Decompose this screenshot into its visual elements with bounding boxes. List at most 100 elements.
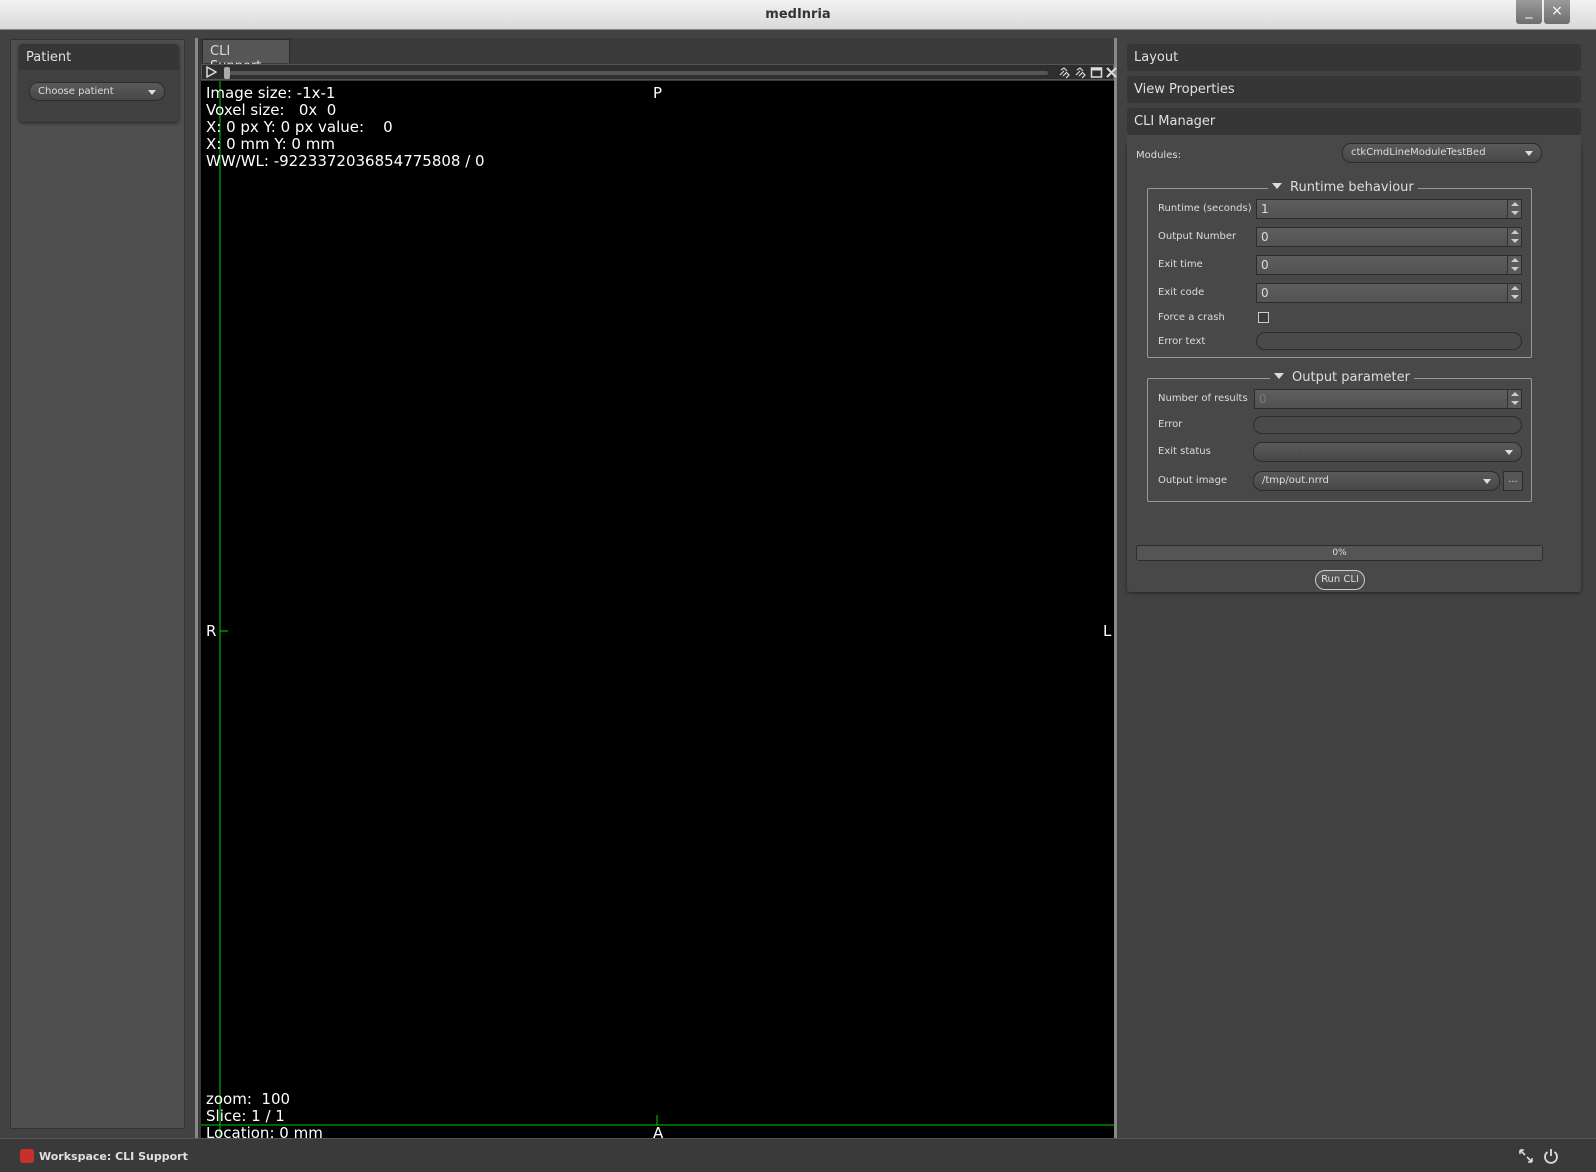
number-of-results-spinbox: 0 bbox=[1254, 389, 1522, 409]
spin-up-icon[interactable] bbox=[1507, 200, 1521, 209]
exit-code-spinbox[interactable]: 0 bbox=[1256, 283, 1522, 303]
choose-patient-combo[interactable]: Choose patient bbox=[29, 82, 165, 101]
main-area: Patient Choose patient CLI Support bbox=[0, 30, 1596, 1140]
location-text: Location: 0 mm bbox=[206, 1124, 323, 1139]
window-level-text: WW/WL: -9223372036854775808 / 0 bbox=[206, 152, 485, 170]
right-panel: Layout View Properties CLI Manager Modul… bbox=[1127, 39, 1591, 1129]
error-text-label: Error text bbox=[1158, 336, 1206, 347]
patient-header: Patient bbox=[19, 44, 179, 70]
exit-status-label: Exit status bbox=[1158, 446, 1211, 457]
workspace-text: Workspace: CLI Support bbox=[39, 1150, 188, 1163]
link-window-icon[interactable] bbox=[1074, 66, 1088, 79]
error-output-field bbox=[1253, 416, 1522, 434]
output-image-combo[interactable]: /tmp/out.nrrd bbox=[1253, 471, 1500, 491]
modules-combo[interactable]: ctkCmdLineModuleTestBed bbox=[1342, 143, 1542, 163]
output-image-value: /tmp/out.nrrd bbox=[1262, 475, 1329, 486]
image-size-text: Image size: -1x-1 bbox=[206, 84, 336, 102]
exit-time-label: Exit time bbox=[1158, 259, 1203, 270]
output-parameter-title[interactable]: Output parameter bbox=[1270, 370, 1414, 385]
close-window-button[interactable]: × bbox=[1544, 0, 1570, 24]
patient-box: Patient Choose patient bbox=[19, 44, 179, 122]
collapse-triangle-icon bbox=[1274, 373, 1284, 379]
browse-output-button[interactable]: ... bbox=[1503, 471, 1523, 491]
tab-cli-support[interactable]: CLI Support bbox=[202, 39, 290, 74]
window-title: medInria bbox=[765, 7, 831, 22]
runtime-behaviour-title[interactable]: Runtime behaviour bbox=[1268, 180, 1418, 195]
orientation-left: R bbox=[206, 622, 217, 640]
cli-manager-body: Modules: ctkCmdLineModuleTestBed Runtime… bbox=[1127, 135, 1581, 592]
voxel-size-text: Voxel size: 0x 0 bbox=[206, 101, 337, 119]
status-bar: Workspace: CLI Support bbox=[0, 1138, 1596, 1172]
maximize-icon[interactable] bbox=[1090, 66, 1103, 79]
exit-status-combo: Normal exit bbox=[1253, 442, 1522, 462]
output-number-label: Output Number bbox=[1158, 231, 1237, 242]
run-cli-button[interactable]: Run CLI bbox=[1315, 570, 1365, 590]
pixel-coords-text: X: 0 px Y: 0 px value: 0 bbox=[206, 118, 393, 136]
spin-down-icon bbox=[1507, 399, 1521, 408]
minimize-button[interactable]: _ bbox=[1516, 0, 1542, 24]
workspace-label[interactable]: Workspace: CLI Support bbox=[20, 1149, 188, 1163]
title-bar: medInria _ × bbox=[0, 0, 1596, 30]
runtime-title-text: Runtime behaviour bbox=[1290, 180, 1414, 195]
image-viewer[interactable]: Image size: -1x-1 Voxel size: 0x 0 X: 0 … bbox=[201, 81, 1114, 1138]
force-crash-label: Force a crash bbox=[1158, 312, 1225, 323]
exit-status-value: Normal exit bbox=[1262, 446, 1320, 457]
view-properties-header[interactable]: View Properties bbox=[1127, 76, 1581, 103]
runtime-value: 1 bbox=[1261, 202, 1269, 216]
spin-up-icon[interactable] bbox=[1507, 256, 1521, 265]
modules-label: Modules: bbox=[1136, 150, 1181, 161]
slider-handle[interactable] bbox=[224, 67, 230, 79]
zoom-text: zoom: 100 bbox=[206, 1090, 291, 1108]
number-of-results-label: Number of results bbox=[1158, 393, 1248, 404]
spin-up-icon bbox=[1507, 390, 1521, 399]
orientation-bottom: A bbox=[653, 1124, 664, 1139]
runtime-spinbox[interactable]: 1 bbox=[1256, 199, 1522, 219]
spin-down-icon[interactable] bbox=[1507, 209, 1521, 218]
chevron-down-icon bbox=[1525, 151, 1533, 156]
spin-up-icon[interactable] bbox=[1507, 284, 1521, 293]
power-icon[interactable] bbox=[1542, 1147, 1560, 1165]
slice-text: Slice: 1 / 1 bbox=[206, 1107, 285, 1125]
time-slider[interactable] bbox=[228, 71, 1048, 75]
error-text-input[interactable] bbox=[1256, 332, 1522, 350]
view-toolbar bbox=[201, 64, 1117, 80]
layout-header[interactable]: Layout bbox=[1127, 44, 1581, 71]
runtime-behaviour-group: Runtime behaviour Runtime (seconds) 1 Ou… bbox=[1147, 180, 1532, 358]
output-number-value: 0 bbox=[1261, 230, 1269, 244]
modules-value: ctkCmdLineModuleTestBed bbox=[1351, 147, 1486, 158]
cli-manager-header[interactable]: CLI Manager bbox=[1127, 108, 1581, 135]
output-parameter-group: Output parameter Number of results 0 Err… bbox=[1147, 370, 1532, 502]
spin-up-icon[interactable] bbox=[1507, 228, 1521, 237]
error-label: Error bbox=[1158, 419, 1183, 430]
medinria-logo-icon bbox=[20, 1149, 34, 1163]
exit-time-spinbox[interactable]: 0 bbox=[1256, 255, 1522, 275]
spin-down-icon[interactable] bbox=[1507, 293, 1521, 302]
play-icon[interactable] bbox=[205, 66, 217, 78]
exit-time-value: 0 bbox=[1261, 258, 1269, 272]
view-container: CLI Support Image size: -1x-1 Voxel size… bbox=[195, 38, 1117, 1140]
output-image-label: Output image bbox=[1158, 475, 1228, 486]
close-view-icon[interactable] bbox=[1105, 66, 1118, 79]
spin-down-icon[interactable] bbox=[1507, 237, 1521, 246]
chevron-down-icon bbox=[1505, 450, 1513, 455]
link-icon[interactable] bbox=[1058, 66, 1072, 79]
spin-down-icon[interactable] bbox=[1507, 265, 1521, 274]
collapse-triangle-icon bbox=[1272, 183, 1282, 189]
choose-patient-label: Choose patient bbox=[38, 86, 114, 97]
progress-bar: 0% bbox=[1136, 545, 1543, 561]
force-crash-checkbox[interactable] bbox=[1258, 312, 1269, 323]
left-panel: Patient Choose patient bbox=[10, 39, 185, 1129]
output-number-spinbox[interactable]: 0 bbox=[1256, 227, 1522, 247]
output-title-text: Output parameter bbox=[1292, 370, 1410, 385]
chevron-down-icon bbox=[148, 90, 156, 95]
mm-coords-text: X: 0 mm Y: 0 mm bbox=[206, 135, 335, 153]
runtime-label: Runtime (seconds) bbox=[1158, 203, 1252, 214]
fullscreen-icon[interactable] bbox=[1518, 1148, 1534, 1164]
orientation-top: P bbox=[653, 84, 663, 102]
chevron-down-icon bbox=[1483, 479, 1491, 484]
exit-code-value: 0 bbox=[1261, 286, 1269, 300]
orientation-right: L bbox=[1103, 622, 1112, 640]
crosshair-lines bbox=[201, 81, 1114, 1138]
number-of-results-value: 0 bbox=[1259, 392, 1267, 406]
exit-code-label: Exit code bbox=[1158, 287, 1205, 298]
